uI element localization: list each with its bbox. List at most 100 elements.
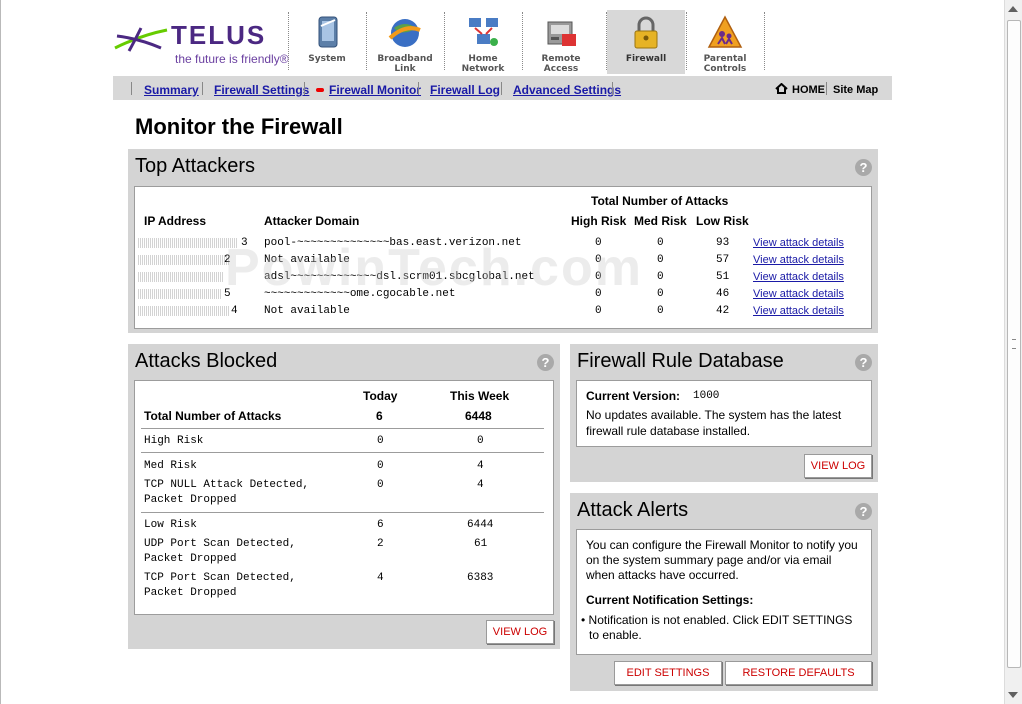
nav-tab-parental-controls[interactable]: Parental Controls bbox=[686, 10, 764, 74]
view-log-button[interactable]: VIEW LOG bbox=[486, 620, 554, 644]
grip-icon bbox=[1012, 339, 1016, 349]
col-attacker-domain: Attacker Domain bbox=[264, 214, 360, 228]
tcp-null-label-2: Packet Dropped bbox=[144, 494, 237, 506]
subnav-firewall-monitor[interactable]: Firewall Monitor bbox=[329, 83, 421, 97]
attack-alerts-panel: Attack Alerts ? You can configure the Fi… bbox=[570, 493, 878, 691]
view-attack-details-link[interactable]: View attack details bbox=[753, 288, 844, 300]
low-risk-count: 46 bbox=[716, 288, 730, 300]
subnav-separator bbox=[131, 82, 132, 95]
total-today: 6 bbox=[376, 409, 383, 423]
home-link[interactable]: HOME bbox=[792, 84, 825, 96]
help-icon[interactable]: ? bbox=[855, 159, 872, 176]
alerts-description-3: when attacks have occurred. bbox=[586, 568, 739, 582]
subnav-separator bbox=[501, 82, 502, 95]
warning-icon bbox=[707, 15, 743, 48]
col-med-risk: Med Risk bbox=[634, 214, 687, 228]
attack-alerts-content: You can configure the Firewall Monitor t… bbox=[576, 529, 872, 655]
udp-scan-label: UDP Port Scan Detected, bbox=[144, 538, 296, 550]
total-week: 6448 bbox=[465, 409, 492, 423]
nav-label: Network bbox=[461, 64, 505, 74]
ip-tail: 3 bbox=[241, 237, 248, 249]
scrollbar-thumb[interactable] bbox=[1007, 20, 1021, 668]
med-risk-count: 0 bbox=[657, 237, 664, 249]
top-attackers-table: Total Number of Attacks IP Address Attac… bbox=[134, 186, 872, 329]
vertical-scrollbar[interactable] bbox=[1004, 0, 1022, 704]
nav-label: Home bbox=[468, 54, 498, 64]
nav-tab-broadband-link[interactable]: Broadband Link bbox=[366, 10, 444, 74]
med-risk-count: 0 bbox=[657, 288, 664, 300]
globe-icon bbox=[388, 19, 421, 47]
nav-label: System bbox=[308, 54, 346, 64]
nav-label: Firewall bbox=[625, 54, 667, 64]
tcp-null-week: 4 bbox=[477, 479, 484, 491]
firewall-rule-database-panel: Firewall Rule Database ? Current Version… bbox=[570, 344, 878, 482]
panel-title: Attack Alerts bbox=[577, 499, 689, 521]
home-icon[interactable] bbox=[775, 83, 788, 94]
low-today: 6 bbox=[377, 519, 384, 531]
tcp-scan-label: TCP Port Scan Detected, bbox=[144, 572, 296, 584]
help-icon[interactable]: ? bbox=[537, 354, 554, 371]
col-high-risk: High Risk bbox=[571, 214, 627, 228]
restore-defaults-button[interactable]: RESTORE DEFAULTS bbox=[725, 661, 872, 685]
attacks-blocked-table: Today This Week Total Number of Attacks … bbox=[134, 380, 554, 615]
high-risk-label: High Risk bbox=[144, 435, 204, 447]
redacted-ip bbox=[138, 306, 230, 316]
udp-week: 61 bbox=[474, 538, 488, 550]
tcp-week: 6383 bbox=[467, 572, 494, 584]
nav-label: Access bbox=[543, 64, 579, 74]
rule-db-content: Current Version: 1000 No updates availab… bbox=[576, 380, 872, 447]
udp-today: 2 bbox=[377, 538, 384, 550]
panel-title: Firewall Rule Database bbox=[577, 350, 784, 372]
high-risk-count: 0 bbox=[595, 288, 602, 300]
nav-tab-firewall[interactable]: Firewall bbox=[607, 10, 685, 74]
sitemap-link[interactable]: Site Map bbox=[833, 84, 878, 96]
low-risk-count: 42 bbox=[716, 305, 730, 317]
ip-tail: 5 bbox=[224, 288, 231, 300]
scroll-up-icon[interactable] bbox=[1008, 6, 1018, 12]
high-today: 0 bbox=[377, 435, 384, 447]
nav-separator bbox=[764, 12, 766, 70]
nav-tab-system[interactable]: System bbox=[288, 10, 366, 74]
view-attack-details-link[interactable]: View attack details bbox=[753, 254, 844, 266]
telus-logo[interactable]: TELUS the future is friendly® bbox=[113, 18, 289, 68]
med-week: 4 bbox=[477, 460, 484, 472]
view-attack-details-link[interactable]: View attack details bbox=[753, 305, 844, 317]
subnav-advanced-settings[interactable]: Advanced Settings bbox=[513, 83, 621, 97]
attacker-domain: ~~~~~~~~~~~~~ome.cgocable.net bbox=[264, 288, 456, 300]
divider bbox=[141, 512, 544, 513]
subnav-separator bbox=[202, 82, 203, 95]
subnav-firewall-log[interactable]: Firewall Log bbox=[430, 83, 500, 97]
system-icon bbox=[318, 16, 338, 48]
total-attacks-label: Total Number of Attacks bbox=[144, 409, 282, 423]
view-attack-details-link[interactable]: View attack details bbox=[753, 237, 844, 249]
high-risk-count: 0 bbox=[595, 271, 602, 283]
nav-label: Controls bbox=[703, 64, 747, 74]
active-indicator-icon bbox=[316, 88, 324, 92]
subnav-separator bbox=[304, 82, 305, 95]
window-border bbox=[0, 0, 1, 704]
view-log-button[interactable]: VIEW LOG bbox=[804, 454, 872, 478]
version-label: Current Version: bbox=[586, 389, 681, 403]
nav-label: Parental bbox=[703, 54, 747, 64]
nav-tab-home-network[interactable]: Home Network bbox=[444, 10, 522, 74]
view-attack-details-link[interactable]: View attack details bbox=[753, 271, 844, 283]
help-icon[interactable]: ? bbox=[855, 503, 872, 520]
edit-settings-button[interactable]: EDIT SETTINGS bbox=[614, 661, 722, 685]
subnav-separator bbox=[418, 82, 419, 95]
brand-name: TELUS bbox=[171, 20, 267, 50]
telus-swoosh-icon bbox=[114, 27, 168, 52]
help-icon[interactable]: ? bbox=[855, 354, 872, 371]
med-today: 0 bbox=[377, 460, 384, 472]
col-ip-address: IP Address bbox=[144, 214, 207, 228]
tcp-scan-label-2: Packet Dropped bbox=[144, 587, 237, 599]
med-risk-count: 0 bbox=[657, 254, 664, 266]
divider bbox=[141, 452, 544, 453]
tcp-null-today: 0 bbox=[377, 479, 384, 491]
subnav-summary[interactable]: Summary bbox=[144, 83, 199, 97]
subnav-firewall-settings[interactable]: Firewall Settings bbox=[214, 83, 309, 97]
scroll-down-icon[interactable] bbox=[1008, 692, 1018, 698]
top-attackers-panel: Top Attackers ? Total Number of Attacks … bbox=[128, 149, 878, 333]
nav-tab-remote-access[interactable]: Remote Access bbox=[522, 10, 600, 74]
low-risk-count: 57 bbox=[716, 254, 730, 266]
redacted-ip bbox=[138, 272, 223, 282]
